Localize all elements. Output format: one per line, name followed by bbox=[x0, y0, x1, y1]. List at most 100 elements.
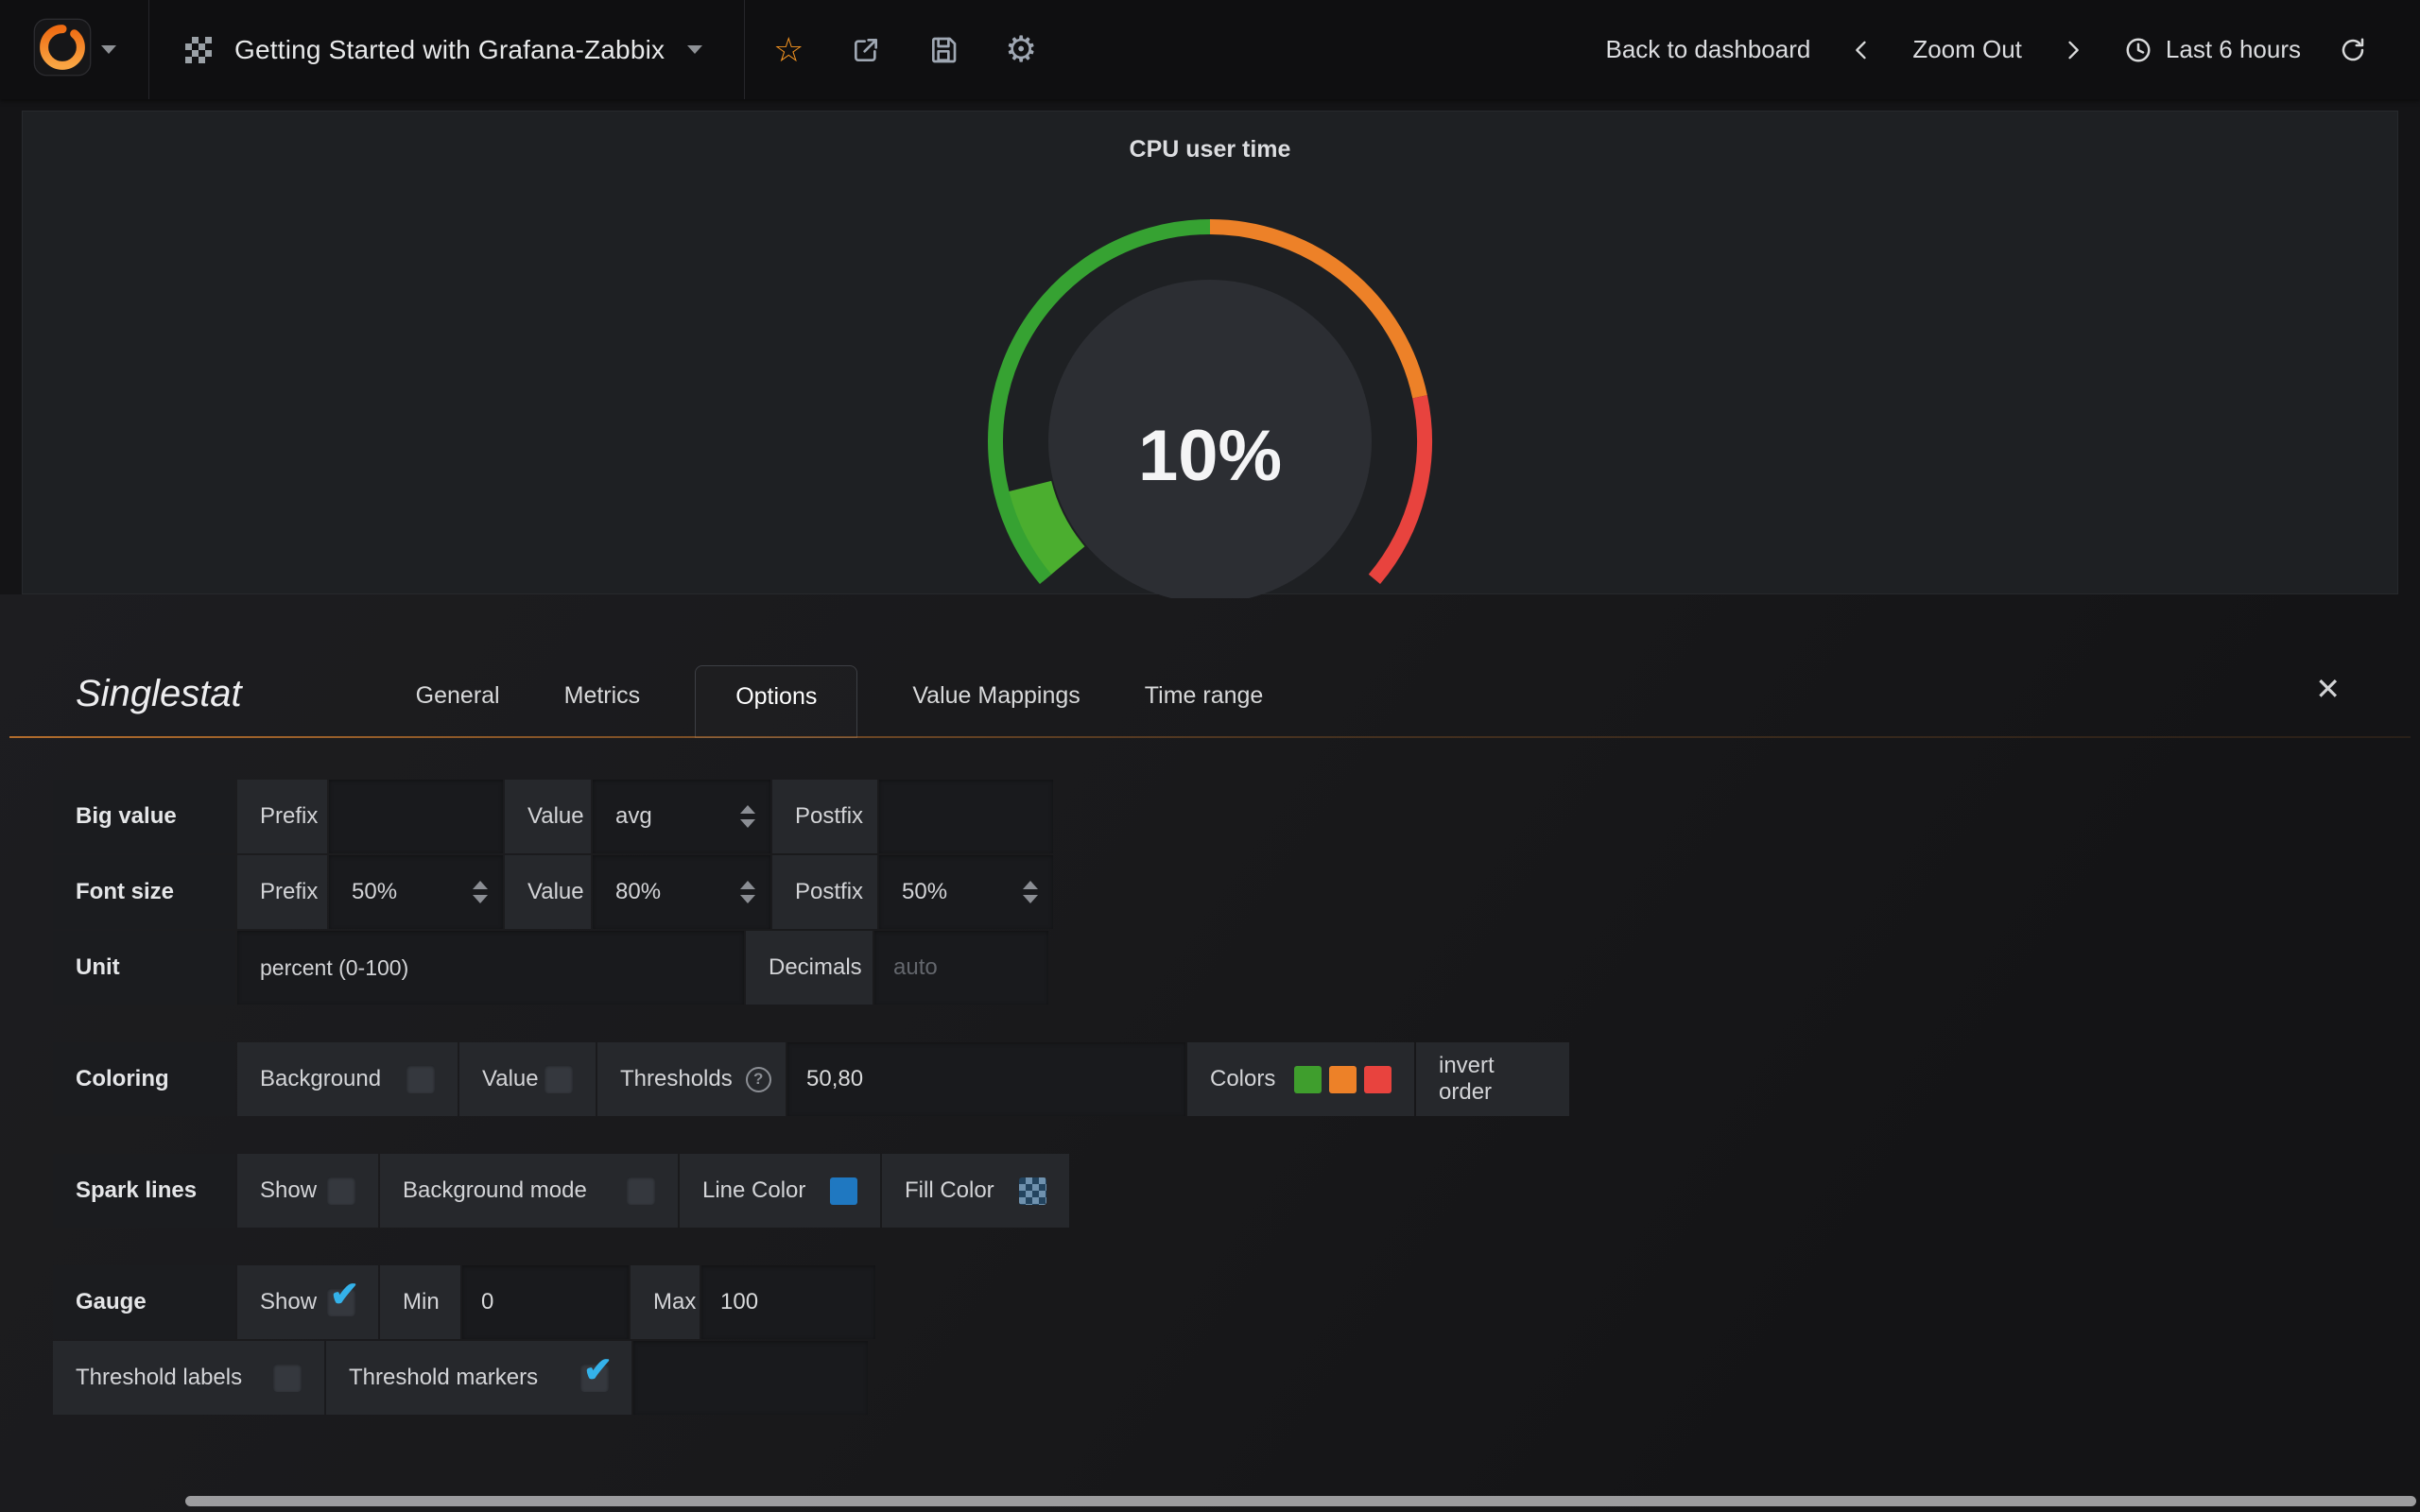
prefix-font-size-select[interactable]: 50% bbox=[329, 855, 503, 929]
star-dashboard-button[interactable]: ☆ bbox=[764, 21, 813, 79]
postfix-label: Postfix bbox=[772, 855, 877, 929]
selected-size: 50% bbox=[902, 879, 947, 905]
gauge-show-cell: Show bbox=[237, 1265, 378, 1339]
value-label: Value bbox=[505, 855, 591, 929]
cpu-gauge: 10% bbox=[851, 163, 1569, 598]
decimals-label: Decimals bbox=[746, 931, 873, 1005]
grafana-logo-button[interactable] bbox=[0, 0, 149, 99]
panel-editor: Singlestat General Metrics Options Value… bbox=[0, 594, 2420, 1512]
spark-lines-row: Spark lines Show Background mode Line Co… bbox=[53, 1154, 2420, 1228]
show-label: Show bbox=[260, 1177, 317, 1204]
coloring-value-cell: Value bbox=[459, 1042, 596, 1116]
coloring-row: Coloring Background Value Thresholds ? C… bbox=[53, 1042, 2420, 1116]
time-shift-forward-button[interactable] bbox=[2060, 37, 2086, 63]
selected-stat: avg bbox=[615, 803, 652, 830]
editor-header: Singlestat General Metrics Options Value… bbox=[9, 647, 2411, 738]
thresholds-cell: Thresholds ? bbox=[597, 1042, 786, 1116]
unit-label: Unit bbox=[53, 931, 235, 1005]
select-arrows-icon bbox=[725, 805, 755, 828]
chevron-down-icon bbox=[687, 45, 702, 54]
show-label: Show bbox=[260, 1289, 317, 1315]
value-checkbox[interactable] bbox=[544, 1065, 573, 1093]
big-value-row: Big value Prefix Value avg Postfix bbox=[53, 780, 2420, 853]
orange-color-swatch[interactable] bbox=[1329, 1066, 1357, 1093]
time-range-label: Last 6 hours bbox=[2166, 35, 2301, 64]
save-dashboard-button[interactable] bbox=[919, 21, 968, 79]
close-editor-icon[interactable]: ✕ bbox=[2315, 674, 2341, 704]
fill-color-cell: Fill Color bbox=[882, 1154, 1069, 1228]
big-value-label: Big value bbox=[53, 780, 235, 853]
red-color-swatch[interactable] bbox=[1364, 1066, 1392, 1093]
background-checkbox[interactable] bbox=[406, 1065, 435, 1093]
line-color-cell: Line Color bbox=[680, 1154, 880, 1228]
big-value-postfix-input[interactable] bbox=[879, 780, 1053, 853]
refresh-icon bbox=[2339, 36, 2367, 64]
zoom-out-button[interactable]: Zoom Out bbox=[1912, 35, 2022, 64]
invert-order-link[interactable]: invert order bbox=[1416, 1042, 1569, 1116]
panel-title[interactable]: CPU user time bbox=[23, 112, 2397, 163]
big-value-stat-select[interactable]: avg bbox=[593, 780, 770, 853]
thresholds-label: Thresholds bbox=[620, 1066, 733, 1092]
dashboard-actions: ☆ ⚙ bbox=[745, 0, 1046, 99]
colors-cell: Colors bbox=[1187, 1042, 1414, 1116]
horizontal-scrollbar bbox=[0, 1496, 2420, 1507]
decimals-input[interactable] bbox=[874, 931, 1048, 1005]
max-label: Max bbox=[631, 1265, 700, 1339]
tab-value-mappings[interactable]: Value Mappings bbox=[912, 682, 1080, 738]
coloring-background-cell: Background bbox=[237, 1042, 458, 1116]
background-mode-checkbox[interactable] bbox=[627, 1177, 655, 1205]
tab-metrics[interactable]: Metrics bbox=[564, 682, 641, 738]
coloring-label: Coloring bbox=[53, 1042, 235, 1116]
unit-select[interactable]: percent (0-100) bbox=[237, 931, 744, 1005]
threshold-options-row: Threshold labels Threshold markers bbox=[53, 1341, 2420, 1415]
horizontal-scrollbar-thumb[interactable] bbox=[185, 1496, 2416, 1506]
font-size-row: Font size Prefix 50% Value 80% Postfix 5… bbox=[53, 855, 2420, 929]
dashboard-grid-icon bbox=[185, 37, 212, 63]
threshold-labels-label: Threshold labels bbox=[76, 1365, 242, 1391]
tab-time-range[interactable]: Time range bbox=[1145, 682, 1264, 738]
dashboard-title-button[interactable]: Getting Started with Grafana-Zabbix bbox=[149, 0, 745, 99]
select-arrows-icon bbox=[458, 881, 488, 903]
background-mode-cell: Background mode bbox=[380, 1154, 678, 1228]
chevron-down-icon bbox=[101, 45, 116, 54]
thresholds-input[interactable] bbox=[787, 1042, 1185, 1116]
chevron-right-icon bbox=[2060, 37, 2086, 63]
dashboard-title: Getting Started with Grafana-Zabbix bbox=[234, 35, 665, 65]
spark-show-checkbox[interactable] bbox=[327, 1177, 355, 1205]
threshold-markers-checkbox[interactable] bbox=[580, 1364, 609, 1392]
clock-icon bbox=[2124, 36, 2152, 64]
share-dashboard-button[interactable] bbox=[841, 21, 890, 79]
gauge-show-checkbox[interactable] bbox=[327, 1288, 355, 1316]
singlestat-panel: CPU user time 10% bbox=[22, 111, 2398, 594]
back-to-dashboard-button[interactable]: Back to dashboard bbox=[1606, 35, 1811, 64]
min-label: Min bbox=[380, 1265, 460, 1339]
colors-label: Colors bbox=[1210, 1066, 1275, 1092]
spark-lines-label: Spark lines bbox=[53, 1154, 235, 1228]
time-shift-back-button[interactable] bbox=[1848, 37, 1875, 63]
line-color-label: Line Color bbox=[702, 1177, 805, 1204]
big-value-prefix-input[interactable] bbox=[329, 780, 503, 853]
settings-button[interactable]: ⚙ bbox=[996, 21, 1046, 79]
navbar-right: Back to dashboard Zoom Out Last 6 hours bbox=[1606, 0, 2420, 99]
tab-general[interactable]: General bbox=[416, 682, 500, 738]
postfix-font-size-select[interactable]: 50% bbox=[879, 855, 1053, 929]
refresh-button[interactable] bbox=[2339, 36, 2367, 64]
time-range-picker-button[interactable]: Last 6 hours bbox=[2124, 35, 2301, 64]
gear-icon: ⚙ bbox=[1005, 32, 1037, 68]
threshold-labels-checkbox[interactable] bbox=[273, 1364, 302, 1392]
gauge-min-input[interactable] bbox=[462, 1265, 629, 1339]
options-form: Big value Prefix Value avg Postfix Font … bbox=[0, 780, 2420, 1415]
editor-tabs: General Metrics Options Value Mappings T… bbox=[384, 665, 1296, 738]
star-icon: ☆ bbox=[773, 33, 804, 67]
share-icon bbox=[851, 35, 881, 65]
threshold-markers-cell: Threshold markers bbox=[326, 1341, 631, 1415]
fill-color-swatch[interactable] bbox=[1019, 1177, 1046, 1205]
background-mode-label: Background mode bbox=[403, 1177, 587, 1204]
gauge-max-input[interactable] bbox=[701, 1265, 875, 1339]
value-font-size-select[interactable]: 80% bbox=[593, 855, 770, 929]
line-color-swatch[interactable] bbox=[830, 1177, 857, 1205]
empty-cell bbox=[633, 1341, 868, 1415]
green-color-swatch[interactable] bbox=[1294, 1066, 1322, 1093]
tab-options[interactable]: Options bbox=[695, 665, 857, 738]
prefix-label: Prefix bbox=[237, 855, 327, 929]
